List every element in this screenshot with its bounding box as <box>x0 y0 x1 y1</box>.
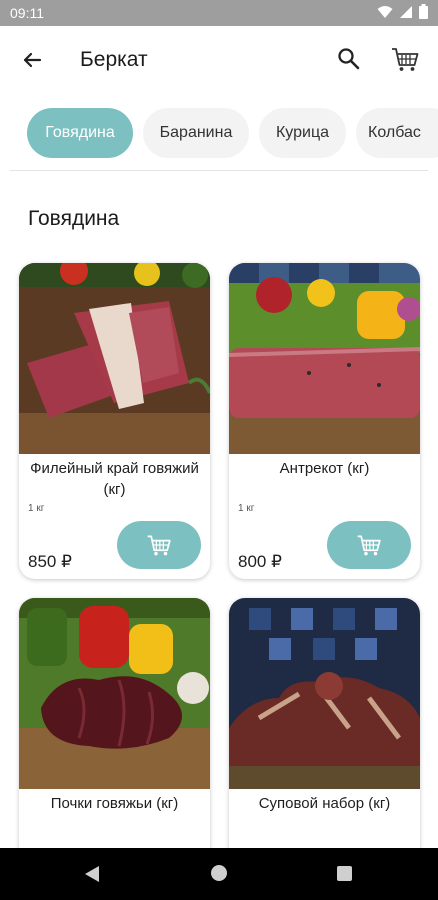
divider <box>10 170 428 171</box>
chip-chicken[interactable]: Курица <box>259 108 346 158</box>
product-card[interactable]: Почки говяжьи (кг) <box>19 598 210 878</box>
add-to-cart-button[interactable] <box>327 521 411 569</box>
page-title: Беркат <box>80 48 148 71</box>
add-to-cart-button[interactable] <box>117 521 201 569</box>
chip-lamb[interactable]: Баранина <box>143 108 249 158</box>
back-arrow-icon[interactable] <box>18 46 46 74</box>
nav-home-icon[interactable] <box>211 865 227 881</box>
product-image <box>229 598 420 789</box>
status-icons <box>377 4 428 19</box>
product-card[interactable]: Филейный край говяжий (кг) 1 кг 850 ₽ <box>19 263 210 579</box>
nav-back-icon[interactable] <box>84 865 100 883</box>
wifi-icon <box>377 5 393 18</box>
product-price: 850 ₽ <box>28 552 72 571</box>
chip-sausage[interactable]: Колбас <box>356 108 438 158</box>
category-chips: Говядина Баранина Курица Колбас <box>0 108 438 162</box>
nav-recents-icon[interactable] <box>337 866 352 881</box>
product-name: Антрекот (кг) <box>279 460 370 477</box>
product-image <box>229 263 420 454</box>
product-unit: 1 кг <box>28 503 45 514</box>
add-to-cart-icon <box>147 535 171 556</box>
status-time: 09:11 <box>10 5 44 21</box>
add-to-cart-icon <box>357 535 381 556</box>
product-image <box>19 263 210 454</box>
product-image <box>19 598 210 789</box>
system-navigation-bar <box>0 848 438 900</box>
search-icon[interactable] <box>336 46 362 72</box>
status-bar: 09:11 <box>0 0 438 26</box>
product-unit: 1 кг <box>238 503 255 514</box>
product-price: 800 ₽ <box>238 552 282 571</box>
app-bar: Беркат <box>0 26 438 92</box>
battery-icon <box>419 4 428 19</box>
signal-icon <box>400 5 412 18</box>
section-title: Говядина <box>28 207 120 230</box>
chip-beef[interactable]: Говядина <box>27 108 133 158</box>
product-card[interactable]: Антрекот (кг) 1 кг 800 ₽ <box>229 263 420 579</box>
product-card[interactable]: Суповой набор (кг) <box>229 598 420 878</box>
product-name: Филейный край говяжий (кг) <box>30 460 199 498</box>
product-name: Почки говяжьи (кг) <box>50 795 179 812</box>
cart-icon[interactable] <box>390 44 420 74</box>
product-name: Суповой набор (кг) <box>258 795 391 812</box>
